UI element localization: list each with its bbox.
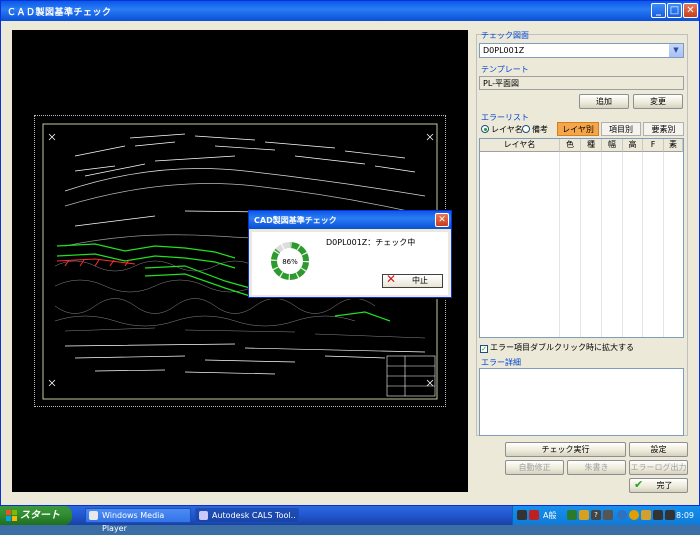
tab-by-layer[interactable]: レイヤ別	[557, 122, 599, 136]
zoom-on-doubleclick-checkbox[interactable]: ✓ エラー項目ダブルクリック時に拡大する	[480, 342, 634, 353]
column-header-type[interactable]: 種	[581, 139, 602, 152]
column-header-color[interactable]: 色	[560, 139, 581, 152]
autodesk-icon	[199, 511, 208, 520]
progress-dialog: CAD製図基準チェック ✕ 86% D0PL001Z：チェック中 ✕ 中止	[248, 210, 452, 298]
radio-button-icon	[481, 125, 489, 133]
done-button[interactable]: ✔ 完了	[629, 478, 688, 493]
table-column	[602, 152, 623, 337]
table-column	[480, 152, 560, 337]
radio-note-label: 備考	[532, 125, 548, 134]
check-drawing-value: D0PL001Z	[483, 46, 525, 55]
check-drawing-select[interactable]: D0PL001Z ▼	[479, 43, 684, 58]
start-button[interactable]: スタート	[0, 506, 72, 525]
template-value: PL-平面図	[483, 79, 520, 88]
check-drawing-label: チェック図面	[481, 31, 529, 40]
start-label: スタート	[20, 510, 60, 521]
column-header-height[interactable]: 高	[623, 139, 643, 152]
template-label: テンプレート	[481, 65, 529, 74]
task-label: Autodesk CALS Tool..	[212, 511, 296, 520]
error-list-table[interactable]: レイヤ名 色 種 幅 高 F 素	[479, 138, 684, 338]
dialog-title-bar[interactable]: CAD製図基準チェック ✕	[249, 211, 451, 229]
radio-layer-name[interactable]: レイヤ名	[481, 124, 523, 135]
maximize-button[interactable]: □	[667, 3, 682, 18]
security-icon[interactable]	[629, 510, 639, 520]
column-header-font[interactable]: F	[643, 139, 664, 152]
tray-app-icon[interactable]	[665, 510, 675, 520]
minimize-button[interactable]: _	[651, 3, 666, 18]
done-button-label: 完了	[656, 481, 673, 490]
annotate-button[interactable]: 朱書き	[567, 460, 626, 475]
error-detail-label: エラー詳細	[481, 358, 521, 367]
title-bar[interactable]: ＣＡＤ製図基準チェック _ □ ✕	[1, 1, 699, 21]
settings-button[interactable]: 設定	[629, 442, 688, 457]
checkmark-icon: ✔	[634, 478, 644, 491]
template-field: PL-平面図	[479, 76, 684, 90]
window-title: ＣＡＤ製図基準チェック	[7, 8, 112, 18]
task-windows-media-player[interactable]: Windows Media Player	[85, 508, 191, 533]
system-tray: A般 ? 8:09	[512, 506, 700, 525]
keyboard-icon[interactable]	[517, 510, 527, 520]
dictionary-icon[interactable]	[567, 510, 577, 520]
column-header-layer[interactable]: レイヤ名	[480, 139, 560, 152]
ime-icon[interactable]	[529, 510, 539, 520]
dialog-title: CAD製図基準チェック	[254, 216, 337, 225]
table-column	[560, 152, 581, 337]
task-autodesk-cals-tool[interactable]: Autodesk CALS Tool..	[195, 508, 299, 523]
table-column	[643, 152, 664, 337]
progress-label: 86%	[282, 258, 298, 266]
help-icon[interactable]: ?	[591, 510, 601, 520]
radio-note[interactable]: 備考	[522, 124, 548, 135]
ime-mode[interactable]: A般	[543, 510, 556, 521]
error-log-button[interactable]: エラーログ出力	[629, 460, 688, 475]
radio-layer-label: レイヤ名	[491, 125, 523, 134]
clock: 8:09	[676, 511, 694, 520]
volume-icon[interactable]	[653, 510, 663, 520]
radio-button-icon	[522, 125, 530, 133]
close-button[interactable]: ✕	[683, 3, 698, 18]
auto-fix-button[interactable]: 自動修正	[505, 460, 564, 475]
chevron-down-icon[interactable]: ▼	[669, 44, 683, 57]
zoom-checkbox-label: エラー項目ダブルクリック時に拡大する	[490, 343, 634, 352]
add-button[interactable]: 追加	[579, 94, 629, 109]
column-header-width[interactable]: 幅	[602, 139, 623, 152]
progress-ring: 86%	[271, 242, 309, 280]
table-column	[623, 152, 643, 337]
taskbar: スタート Windows Media Player Autodesk CALS …	[0, 506, 700, 533]
main-window: ＣＡＤ製図基準チェック _ □ ✕ チェック図面 D0PL001Z ▼ テンプレ…	[0, 0, 700, 506]
checkmark-icon: ✓	[480, 345, 488, 353]
error-list-label: エラーリスト	[481, 113, 529, 122]
settings-icon[interactable]	[603, 510, 613, 520]
dialog-message: D0PL001Z：チェック中	[326, 238, 416, 247]
media-player-icon	[89, 511, 98, 520]
run-check-button[interactable]: チェック実行	[505, 442, 626, 457]
dialog-close-button[interactable]: ✕	[435, 213, 449, 227]
tab-by-element[interactable]: 要素別	[643, 122, 684, 136]
table-column	[581, 152, 602, 337]
error-detail-box[interactable]	[479, 368, 684, 436]
stop-button-label: 中止	[412, 276, 428, 285]
task-label: Windows Media Player	[102, 511, 165, 533]
column-header-element[interactable]: 素	[664, 139, 683, 152]
stop-button[interactable]: ✕ 中止	[382, 272, 443, 288]
cancel-x-icon: ✕	[386, 272, 397, 286]
tab-by-item[interactable]: 項目別	[601, 122, 641, 136]
tool-icon[interactable]	[579, 510, 589, 520]
network-icon[interactable]	[617, 510, 627, 520]
change-button[interactable]: 変更	[633, 94, 683, 109]
windows-logo-icon	[6, 510, 17, 521]
shield-icon[interactable]	[641, 510, 651, 520]
